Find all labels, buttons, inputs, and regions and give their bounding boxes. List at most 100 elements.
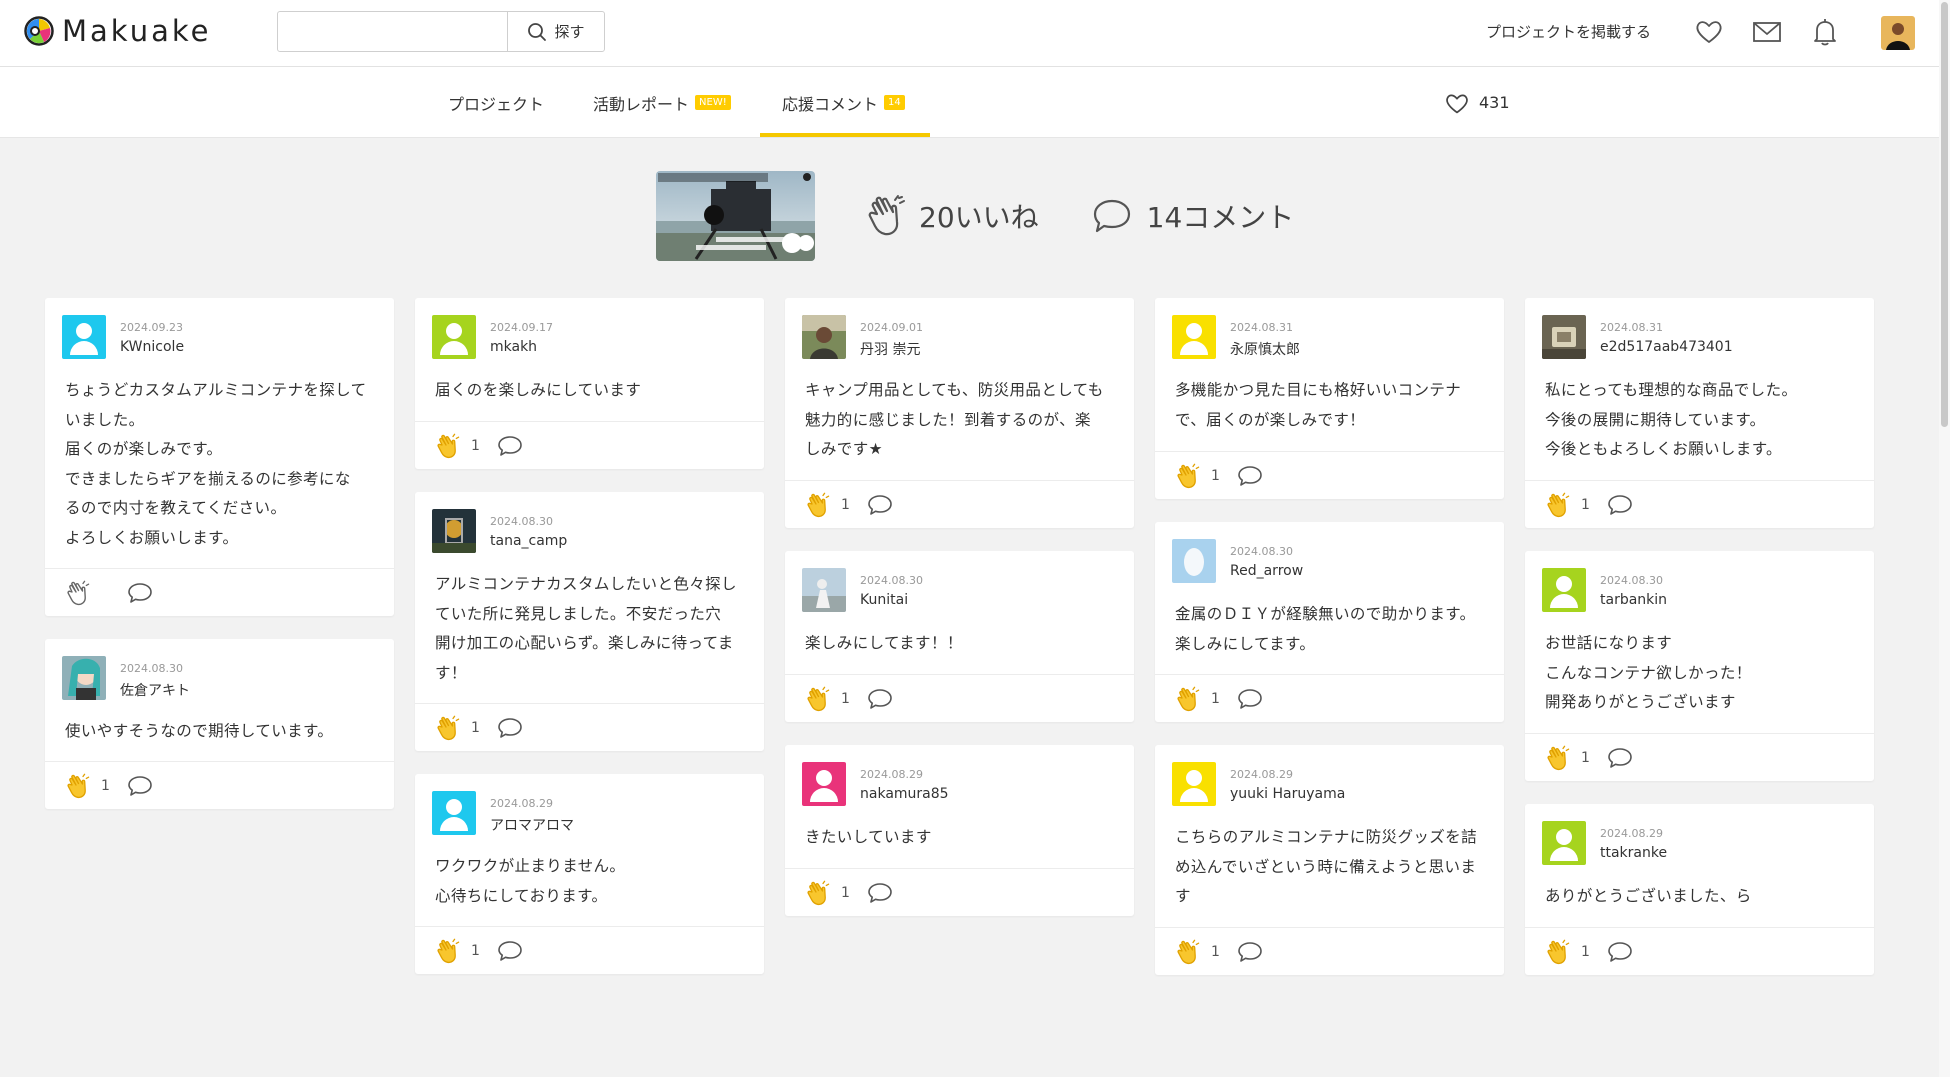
clap-icon[interactable] — [65, 773, 91, 799]
commenter-avatar[interactable] — [1172, 315, 1216, 359]
commenter-name[interactable]: tana_camp — [490, 533, 567, 549]
commenter-name[interactable]: mkakh — [490, 339, 537, 355]
tab-activity-report[interactable]: 活動レポート NEW! — [593, 67, 731, 138]
clap-icon[interactable] — [435, 433, 461, 459]
clap-icon[interactable] — [1175, 939, 1201, 965]
search-input[interactable] — [278, 12, 507, 51]
notification-bell-icon[interactable] — [1810, 17, 1840, 47]
tab-project-label: プロジェクト — [448, 94, 545, 114]
reply-comment-icon[interactable] — [497, 716, 523, 740]
reply-comment-icon[interactable] — [127, 581, 153, 605]
reply-comment-icon[interactable] — [127, 774, 153, 798]
reply-comment-icon[interactable] — [1607, 493, 1633, 517]
comment-card: 2024.09.01 丹羽 崇元 キャンプ用品としても、防災用品としても 魅力的に感… — [785, 298, 1134, 528]
post-project-link[interactable]: プロジェクトを掲載する — [1486, 21, 1651, 42]
commenter-name[interactable]: nakamura85 — [860, 786, 949, 802]
project-thumbnail[interactable] — [656, 171, 815, 261]
commenter-name[interactable]: 丹羽 崇元 — [860, 339, 920, 359]
commenter-avatar[interactable] — [432, 509, 476, 553]
favorite-heart-icon[interactable] — [1694, 17, 1724, 47]
commenter-avatar[interactable] — [802, 568, 846, 612]
likes-summary: 20いいね — [865, 194, 1039, 238]
like-count: 1 — [101, 777, 110, 794]
like-count: 1 — [1211, 690, 1220, 707]
reply-comment-icon[interactable] — [1237, 687, 1263, 711]
commenter-avatar[interactable] — [1172, 762, 1216, 806]
reply-comment-icon[interactable] — [1607, 746, 1633, 770]
commenter-avatar[interactable] — [1542, 821, 1586, 865]
commenter-avatar[interactable] — [802, 762, 846, 806]
clap-icon[interactable] — [805, 492, 831, 518]
commenter-name[interactable]: アロマアロマ — [490, 815, 574, 835]
clap-icon[interactable] — [1175, 686, 1201, 712]
commenter-avatar[interactable] — [1542, 315, 1586, 359]
likes-summary-label: 20いいね — [919, 201, 1039, 234]
favorite-count-button[interactable]: 431 — [1444, 67, 1510, 138]
new-badge: NEW! — [695, 95, 731, 110]
clap-icon[interactable] — [435, 938, 461, 964]
comment-header: 2024.09.23 KWnicole — [45, 298, 394, 364]
commenter-name[interactable]: e2d517aab473401 — [1600, 339, 1733, 355]
comment-date: 2024.09.23 — [120, 321, 183, 334]
reply-comment-icon[interactable] — [1237, 940, 1263, 964]
page-scrollbar[interactable] — [1939, 0, 1950, 1077]
reply-comment-icon[interactable] — [867, 687, 893, 711]
commenter-name[interactable]: tarbankin — [1600, 592, 1667, 608]
default-avatar-icon — [1542, 568, 1586, 612]
commenter-name[interactable]: yuuki Haruyama — [1230, 786, 1345, 802]
commenter-avatar[interactable] — [62, 315, 106, 359]
makuake-logo-icon — [24, 16, 54, 46]
commenter-avatar[interactable] — [802, 315, 846, 359]
mail-icon[interactable] — [1752, 17, 1782, 47]
user-avatar[interactable] — [1881, 16, 1915, 50]
clap-icon[interactable] — [805, 686, 831, 712]
comments-summary: 14コメント — [1091, 196, 1295, 236]
comment-count-badge: 14 — [884, 95, 905, 110]
comment-header: 2024.09.01 丹羽 崇元 — [785, 298, 1134, 364]
commenter-avatar[interactable] — [62, 656, 106, 700]
tab-project[interactable]: プロジェクト — [448, 67, 544, 138]
commenter-name[interactable]: KWnicole — [120, 339, 184, 355]
search-box: 探す — [277, 11, 605, 52]
heart-icon — [1446, 94, 1468, 113]
commenter-avatar[interactable] — [432, 791, 476, 835]
commenter-name[interactable]: Red_arrow — [1230, 563, 1303, 579]
comment-date: 2024.08.29 — [1600, 827, 1663, 840]
comment-header: 2024.08.31 永原慎太郎 — [1155, 298, 1504, 364]
comment-summary: 20いいね 14コメント — [656, 171, 1294, 261]
clap-icon[interactable] — [805, 880, 831, 906]
comment-header: 2024.09.17 mkakh — [415, 298, 764, 364]
comment-text: 私にとっても理想的な商品でした。 今後の展開に期待しています。 今後ともよろしく… — [1545, 381, 1798, 458]
comments-summary-label: 14コメント — [1146, 201, 1295, 234]
reply-comment-icon[interactable] — [497, 434, 523, 458]
commenter-avatar[interactable] — [1542, 568, 1586, 612]
clap-icon[interactable] — [1545, 492, 1571, 518]
clap-icon[interactable] — [1545, 745, 1571, 771]
commenter-name[interactable]: 佐倉アキト — [120, 680, 190, 700]
scrollbar-thumb[interactable] — [1941, 2, 1948, 427]
clap-icon[interactable] — [435, 715, 461, 741]
tab-support-comments[interactable]: 応援コメント 14 — [782, 67, 905, 138]
top-header: Makuake 探す プロジェクトを掲載する — [0, 0, 1950, 67]
comment-actions: 1 — [45, 761, 394, 809]
comment-header: 2024.08.29 ttakranke — [1525, 804, 1874, 870]
commenter-name[interactable]: Kunitai — [860, 592, 908, 608]
reply-comment-icon[interactable] — [867, 881, 893, 905]
reply-comment-icon[interactable] — [1237, 464, 1263, 488]
clap-icon[interactable] — [65, 580, 91, 606]
commenter-name[interactable]: 永原慎太郎 — [1230, 339, 1300, 359]
commenter-name[interactable]: ttakranke — [1600, 845, 1667, 861]
commenter-avatar[interactable] — [432, 315, 476, 359]
favorite-count: 431 — [1479, 93, 1510, 112]
comment-card: 2024.08.30 Kunitai 楽しみにしてます！！ 1 — [785, 551, 1134, 722]
reply-comment-icon[interactable] — [867, 493, 893, 517]
default-avatar-icon — [1172, 762, 1216, 806]
clap-icon[interactable] — [1545, 939, 1571, 965]
reply-comment-icon[interactable] — [497, 939, 523, 963]
brand-logo[interactable]: Makuake — [24, 14, 211, 48]
comment-actions — [45, 568, 394, 616]
search-button[interactable]: 探す — [507, 12, 604, 51]
clap-icon[interactable] — [1175, 463, 1201, 489]
reply-comment-icon[interactable] — [1607, 940, 1633, 964]
commenter-avatar[interactable] — [1172, 539, 1216, 583]
